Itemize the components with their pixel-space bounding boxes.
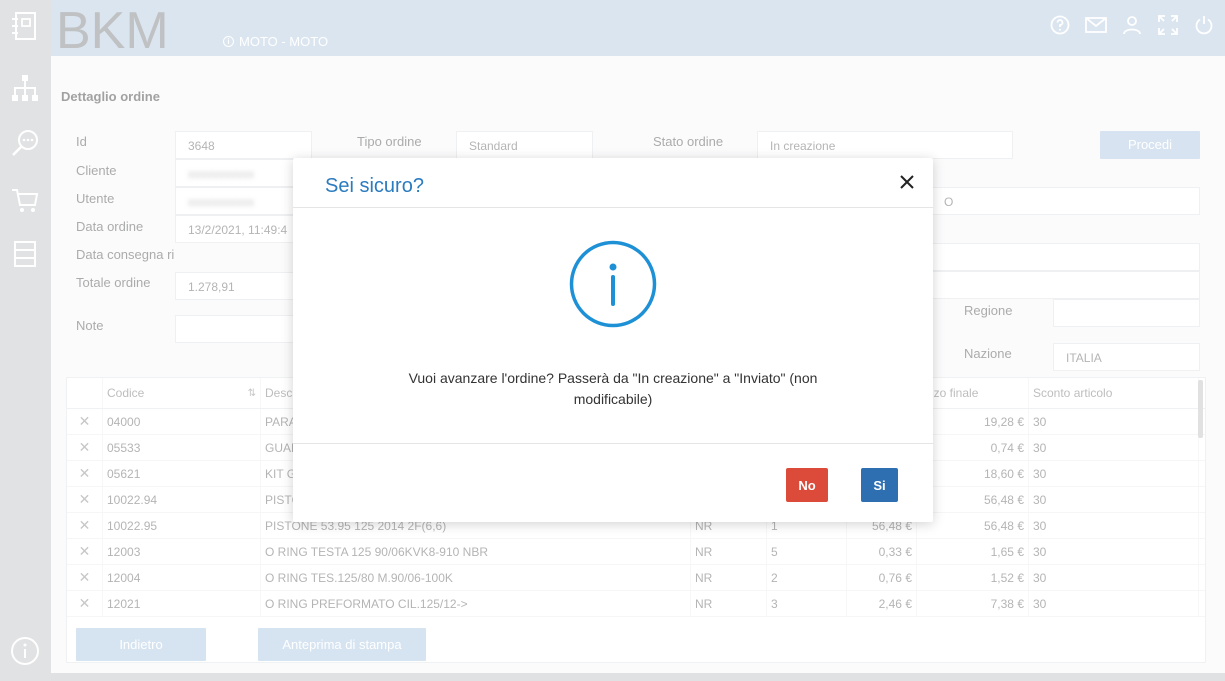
dialog-body: Vuoi avanzare l'ordine? Passerà da "In c… [293, 208, 933, 444]
dialog-header: Sei sicuro? [293, 158, 933, 208]
dialog-message: Vuoi avanzare l'ordine? Passerà da "In c… [408, 370, 818, 407]
confirm-dialog: Sei sicuro? Vuoi avanzare l'ordine? Pass… [293, 158, 933, 522]
close-icon[interactable] [895, 170, 919, 194]
info-circle-icon [569, 240, 657, 328]
dialog-title: Sei sicuro? [325, 175, 424, 197]
si-button[interactable]: Si [861, 468, 898, 502]
no-button[interactable]: No [786, 468, 828, 502]
